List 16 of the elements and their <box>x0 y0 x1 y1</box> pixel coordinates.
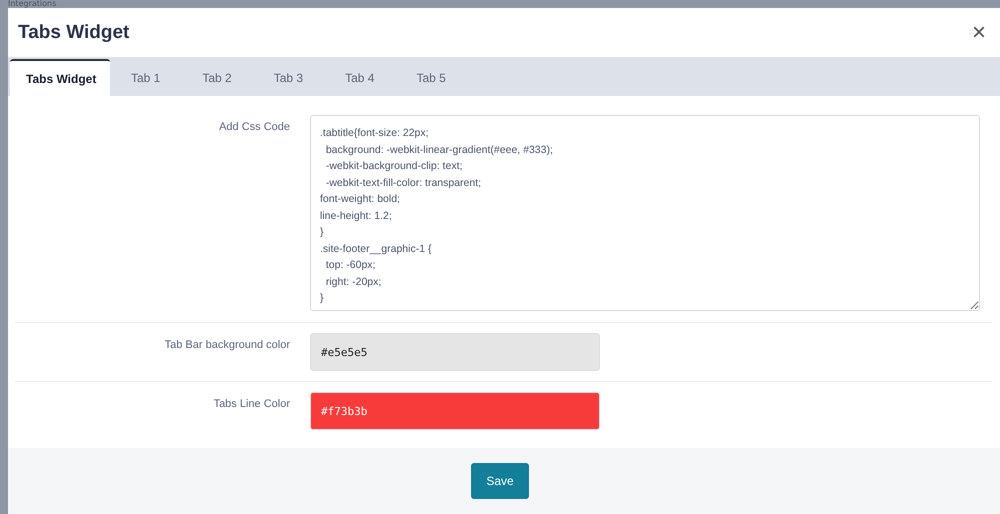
field-label: Tabs Line Color <box>212 397 290 412</box>
tab[interactable]: Tabs Widget <box>10 59 110 96</box>
tab[interactable]: Tab 3 <box>252 59 324 96</box>
tab[interactable]: Tab 1 <box>110 59 182 96</box>
dialog-title: Tabs Widget <box>18 22 130 44</box>
sidebar-label[interactable]: Integrations <box>8 0 56 8</box>
code-editor[interactable]: .tabtitle{font-size: 22px; background: -webkit-linear-gradient(#eee, #333); -webkit-background-clip: text; -webkit-text-fill-color: transparent; font-weight: bold; line-height: 1.2; } .site-footer__graphic-1 { top: -60px; right: -20px; } <box>310 115 980 311</box>
field-label: Tab Bar background color <box>164 338 290 353</box>
save-button[interactable]: Save <box>471 463 529 499</box>
tab[interactable]: Tab 4 <box>324 59 396 96</box>
field-label: Add Css Code <box>218 120 290 135</box>
color-input[interactable]: #e5e5e5 <box>310 333 600 371</box>
tab[interactable]: Tab 2 <box>181 59 253 96</box>
color-input[interactable]: #f73b3b <box>310 392 600 430</box>
close-button[interactable]: × <box>968 18 990 46</box>
tab[interactable]: Tab 5 <box>395 59 467 96</box>
